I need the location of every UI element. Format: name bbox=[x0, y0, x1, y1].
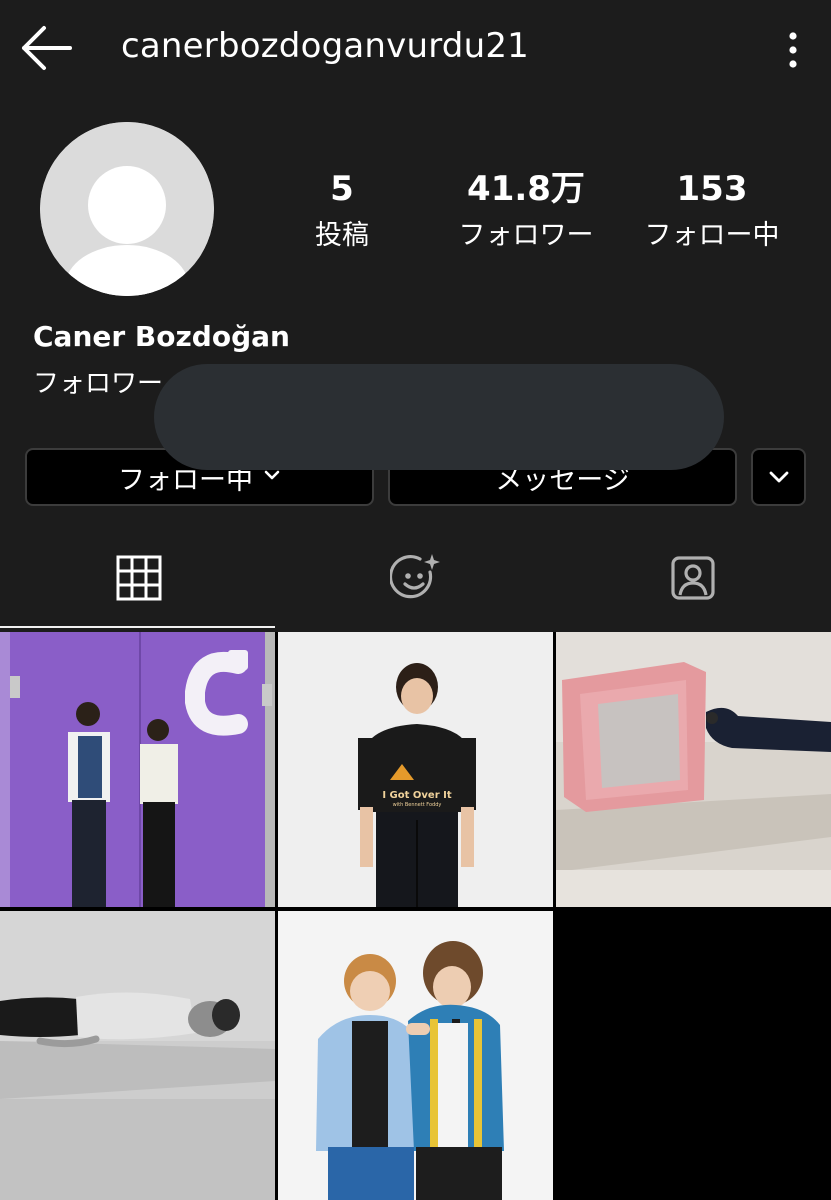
top-bar: canerbozdoganvurdu21 bbox=[0, 0, 831, 100]
vertical-dots-icon bbox=[789, 32, 797, 68]
post-thumbnail-1[interactable] bbox=[0, 632, 275, 907]
display-name: Caner Bozdoğan bbox=[33, 320, 290, 353]
stat-followers[interactable]: 41.8万 フォロワー bbox=[446, 168, 606, 254]
tab-reels[interactable] bbox=[277, 530, 554, 626]
tab-posts-grid[interactable] bbox=[0, 530, 277, 626]
post-thumbnail-2[interactable]: I Got Over It with Bennett Foddy bbox=[278, 632, 553, 907]
followers-count: 41.8万 bbox=[467, 169, 585, 209]
profile-tabs bbox=[0, 530, 831, 630]
stat-following[interactable]: 153 フォロー中 bbox=[632, 168, 792, 254]
posts-grid: I Got Over It with Bennett Foddy bbox=[0, 632, 831, 1200]
chevron-down-icon bbox=[264, 470, 280, 480]
tab-tagged[interactable] bbox=[554, 530, 831, 626]
suggested-accounts-button[interactable] bbox=[751, 448, 806, 506]
profile-username: canerbozdoganvurdu21 bbox=[121, 26, 529, 66]
posts-label: 投稿 bbox=[315, 220, 369, 251]
avatar[interactable] bbox=[40, 122, 214, 296]
arrow-left-icon bbox=[22, 26, 72, 70]
redaction-overlay bbox=[154, 364, 724, 470]
post-thumbnail-5[interactable] bbox=[278, 911, 553, 1200]
more-options-button[interactable] bbox=[776, 28, 810, 72]
grid-icon bbox=[116, 555, 161, 601]
active-tab-indicator bbox=[0, 626, 275, 628]
following-count: 153 bbox=[676, 169, 748, 209]
following-label: フォロー中 bbox=[644, 220, 780, 251]
tshirt-print-line2: with Bennett Foddy bbox=[393, 802, 442, 808]
tshirt-print-line1: I Got Over It bbox=[382, 790, 451, 801]
post-thumbnail-3[interactable] bbox=[556, 632, 831, 907]
post-thumbnail-4[interactable] bbox=[0, 911, 275, 1200]
chevron-down-icon bbox=[769, 471, 788, 483]
back-button[interactable] bbox=[20, 24, 76, 72]
stat-posts[interactable]: 5 投稿 bbox=[292, 168, 392, 254]
followed-by-text[interactable]: フォロワー bbox=[33, 363, 163, 400]
smiley-sparkle-icon bbox=[389, 554, 440, 599]
tagged-person-icon bbox=[670, 556, 715, 600]
posts-count: 5 bbox=[330, 169, 354, 209]
followers-label: フォロワー bbox=[458, 220, 594, 251]
default-avatar-icon bbox=[40, 122, 214, 296]
